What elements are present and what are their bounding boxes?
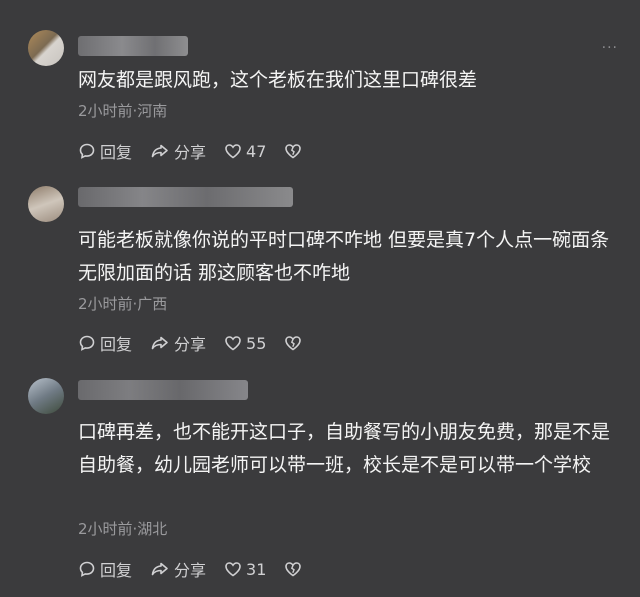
comment-actions: 回复 分享 31 bbox=[78, 557, 324, 581]
share-label: 分享 bbox=[174, 143, 207, 162]
dislike-button[interactable] bbox=[284, 560, 306, 578]
heart-icon bbox=[225, 336, 241, 351]
dislike-button[interactable] bbox=[284, 334, 306, 352]
reply-label: 回复 bbox=[100, 143, 133, 162]
avatar[interactable] bbox=[28, 30, 64, 66]
share-icon bbox=[151, 562, 168, 576]
reply-button[interactable]: 回复 bbox=[78, 557, 132, 581]
broken-heart-icon bbox=[285, 562, 302, 577]
username-blurred[interactable] bbox=[78, 187, 293, 207]
username-blurred[interactable] bbox=[78, 36, 188, 56]
like-count: 55 bbox=[246, 333, 267, 353]
comment-actions: 回复 分享 55 bbox=[78, 331, 324, 355]
comment-text: 可能老板就像你说的平时口碑不咋地 但要是真7个人点一碗面条 无限加面的话 那这顾… bbox=[78, 229, 610, 284]
avatar[interactable] bbox=[28, 378, 64, 414]
like-button[interactable]: 55 bbox=[224, 334, 266, 353]
username-blurred[interactable] bbox=[78, 380, 248, 400]
reply-button[interactable]: 回复 bbox=[78, 139, 132, 163]
heart-icon bbox=[225, 562, 241, 577]
comment-text: 口碑再差，也不能开这口子，自助餐写的小朋友免费，那是不是自助餐，幼儿园老师可以带… bbox=[78, 421, 611, 476]
reply-icon bbox=[79, 561, 95, 577]
share-label: 分享 bbox=[174, 335, 207, 354]
share-button[interactable]: 分享 bbox=[150, 139, 206, 163]
broken-heart-icon bbox=[285, 336, 302, 351]
heart-icon bbox=[225, 144, 241, 159]
share-icon bbox=[151, 144, 168, 158]
share-label: 分享 bbox=[174, 561, 207, 580]
more-options-icon[interactable]: ··· bbox=[602, 40, 618, 56]
like-count: 47 bbox=[246, 141, 267, 161]
share-icon bbox=[151, 336, 168, 350]
comment-meta: 2小时前·河南 bbox=[78, 102, 168, 120]
broken-heart-icon bbox=[285, 144, 302, 159]
like-button[interactable]: 31 bbox=[224, 560, 266, 579]
like-count: 31 bbox=[246, 559, 267, 579]
share-button[interactable]: 分享 bbox=[150, 331, 206, 355]
like-button[interactable]: 47 bbox=[224, 142, 266, 161]
reply-icon bbox=[79, 143, 95, 159]
reply-button[interactable]: 回复 bbox=[78, 331, 132, 355]
dislike-button[interactable] bbox=[284, 142, 306, 160]
comment-actions: 回复 分享 47 bbox=[78, 139, 324, 163]
comment-meta: 2小时前·湖北 bbox=[78, 520, 168, 538]
comment-text: 网友都是跟风跑，这个老板在我们这里口碑很差 bbox=[78, 69, 478, 91]
share-button[interactable]: 分享 bbox=[150, 557, 206, 581]
comment-meta: 2小时前·广西 bbox=[78, 295, 168, 313]
reply-label: 回复 bbox=[100, 561, 133, 580]
reply-icon bbox=[79, 335, 95, 351]
reply-label: 回复 bbox=[100, 335, 133, 354]
avatar[interactable] bbox=[28, 186, 64, 222]
